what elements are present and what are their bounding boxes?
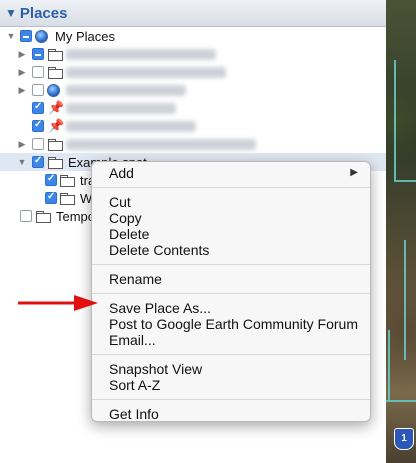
menu-item-rename[interactable]: Rename [92, 271, 370, 287]
folder-icon [48, 49, 63, 61]
globe-icon [35, 29, 48, 43]
menu-item-sort-az[interactable]: Sort A-Z [92, 377, 370, 393]
checkbox[interactable] [20, 210, 32, 222]
folder-icon [48, 139, 63, 151]
map-road [404, 240, 406, 360]
checkbox[interactable] [45, 191, 57, 204]
folder-icon [60, 193, 75, 205]
tree-item-my-places[interactable]: ▼ My Places [0, 27, 386, 45]
menu-item-copy[interactable]: Copy [92, 210, 370, 226]
pushpin-icon: 📌 [48, 100, 65, 115]
redacted-text [66, 49, 216, 60]
menu-item-delete[interactable]: Delete [92, 226, 370, 242]
triangle-right-icon: ▶ [350, 167, 358, 178]
redacted-text [66, 103, 176, 114]
disclosure-right-icon[interactable]: ▶ [17, 49, 27, 60]
disclosure-down-icon[interactable]: ▼ [6, 31, 16, 41]
arrow-head [74, 295, 98, 311]
checkbox[interactable] [32, 84, 44, 96]
checkbox[interactable] [32, 119, 44, 132]
disclosure-right-icon[interactable]: ▶ [17, 85, 27, 96]
tree-item-hidden[interactable]: 📌 [0, 117, 386, 135]
highway-shield-icon: 1 [394, 428, 414, 450]
folder-icon [36, 211, 51, 223]
disclosure-right-icon[interactable]: ▶ [17, 139, 27, 150]
checkbox[interactable] [32, 101, 44, 114]
checkbox[interactable] [32, 48, 44, 60]
redacted-text [66, 85, 186, 96]
checkbox[interactable] [32, 66, 44, 78]
disclosure-down-icon[interactable]: ▼ [5, 6, 17, 20]
menu-separator [92, 399, 370, 400]
tree-item-hidden[interactable]: ▶ [0, 45, 386, 63]
redacted-text [66, 121, 196, 132]
folder-open-icon [48, 157, 63, 169]
tree-item-label: My Places [55, 28, 115, 44]
checkbox[interactable] [45, 173, 57, 186]
menu-item-save-place-as[interactable]: Save Place As... [92, 300, 370, 316]
map-road [394, 180, 416, 182]
map-road [388, 330, 390, 400]
menu-separator [92, 354, 370, 355]
globe-icon [47, 83, 60, 97]
folder-icon [48, 67, 63, 79]
map-view[interactable] [386, 0, 416, 463]
menu-separator [92, 187, 370, 188]
menu-separator [92, 293, 370, 294]
tree-item-hidden[interactable]: ▶ [0, 63, 386, 81]
red-arrow-annotation [18, 295, 98, 311]
menu-separator [92, 264, 370, 265]
menu-item-email[interactable]: Email... [92, 332, 370, 348]
menu-item-post-forum[interactable]: Post to Google Earth Community Forum [92, 316, 370, 332]
redacted-text [66, 139, 256, 150]
pushpin-icon: 📌 [48, 118, 65, 133]
places-panel-header[interactable]: ▼ Places [0, 0, 386, 27]
checkbox-my-places[interactable] [20, 30, 32, 42]
menu-item-add[interactable]: Add ▶ [92, 165, 370, 181]
menu-item-label: Add [109, 165, 134, 181]
disclosure-down-icon[interactable]: ▼ [17, 157, 27, 167]
menu-item-cut[interactable]: Cut [92, 194, 370, 210]
places-title: Places [19, 4, 68, 22]
menu-item-get-info[interactable]: Get Info [92, 406, 370, 422]
checkbox[interactable] [32, 138, 44, 150]
map-road [386, 400, 416, 402]
folder-icon [60, 175, 75, 187]
tree-item-hidden[interactable]: ▶ [0, 81, 386, 99]
menu-item-delete-contents[interactable]: Delete Contents [92, 242, 370, 258]
checkbox-example-spot[interactable] [32, 155, 44, 168]
disclosure-right-icon[interactable]: ▶ [17, 67, 27, 78]
tree-item-hidden[interactable]: ▶ [0, 135, 386, 153]
redacted-text [66, 67, 226, 78]
map-road [394, 60, 396, 180]
tree-item-hidden[interactable]: 📌 [0, 99, 386, 117]
tree-item-label: Tempo [56, 208, 96, 224]
context-menu[interactable]: Add ▶ Cut Copy Delete Delete Contents Re… [91, 161, 371, 422]
menu-item-snapshot-view[interactable]: Snapshot View [92, 361, 370, 377]
